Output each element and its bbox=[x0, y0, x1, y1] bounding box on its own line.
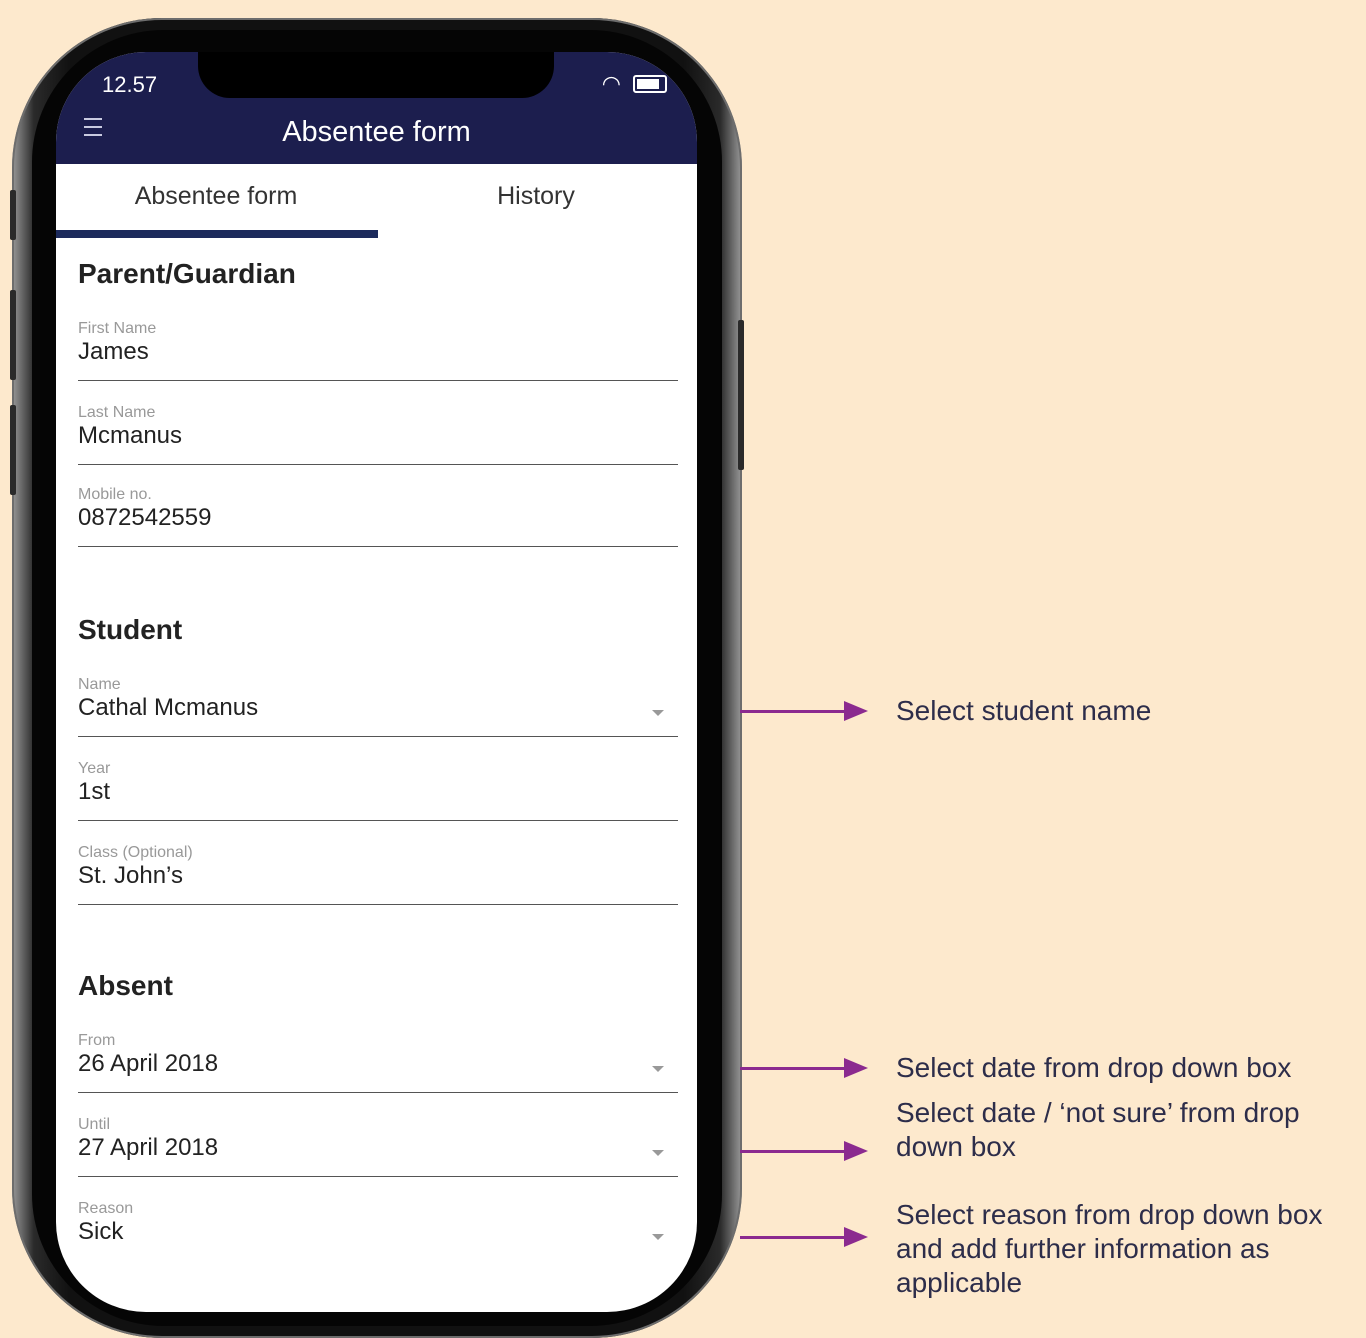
section-title-student: Student bbox=[78, 614, 183, 645]
arrow-head-icon bbox=[844, 1141, 868, 1161]
phone-screen: 12.57 ◠ Absentee form Absentee form Hist… bbox=[56, 52, 697, 1312]
wifi-icon: ◠ bbox=[601, 71, 621, 96]
from-date-select[interactable]: From 26 April 2018 bbox=[78, 1032, 678, 1093]
annotation-text: Select date from drop down box bbox=[896, 1052, 1292, 1083]
field-value: 0872542559 bbox=[78, 504, 212, 531]
until-date-select[interactable]: Until 27 April 2018 bbox=[78, 1116, 678, 1177]
field-value: Sick bbox=[78, 1218, 124, 1245]
student-name-select[interactable]: Name Cathal Mcmanus bbox=[78, 676, 678, 737]
field-value: James bbox=[78, 338, 149, 365]
field-label: Last Name bbox=[78, 404, 156, 421]
dropdown-caret-icon bbox=[652, 1066, 664, 1072]
dropdown-caret-icon bbox=[652, 710, 664, 716]
volume-down-button bbox=[10, 405, 16, 495]
annotation-text: Select date / ‘not sure’ from drop down … bbox=[896, 1097, 1300, 1162]
arrow-line bbox=[740, 710, 852, 713]
field-label: First Name bbox=[78, 320, 157, 337]
field-value: 27 April 2018 bbox=[78, 1134, 219, 1161]
field-value: St. John’s bbox=[78, 862, 183, 889]
tab-absentee-form[interactable]: Absentee form bbox=[56, 164, 376, 234]
section-title-absent: Absent bbox=[78, 970, 173, 1001]
tab-history[interactable]: History bbox=[376, 164, 696, 234]
active-tab-indicator bbox=[56, 230, 378, 238]
field-label: Reason bbox=[78, 1200, 134, 1217]
year-field[interactable]: Year 1st bbox=[78, 760, 678, 821]
arrow-head-icon bbox=[844, 701, 868, 721]
power-button bbox=[738, 320, 744, 470]
last-name-field[interactable]: Last Name Mcmanus bbox=[78, 404, 678, 465]
field-label: Name bbox=[78, 676, 121, 693]
field-label: From bbox=[78, 1032, 116, 1049]
arrow-line bbox=[740, 1067, 852, 1070]
first-name-field[interactable]: First Name James bbox=[78, 320, 678, 381]
status-time: 12.57 bbox=[102, 72, 158, 97]
class-field[interactable]: Class (Optional) St. John’s bbox=[78, 844, 678, 905]
field-label: Class (Optional) bbox=[78, 844, 193, 861]
field-value: 1st bbox=[78, 778, 111, 805]
field-label: Year bbox=[78, 760, 111, 777]
arrow-head-icon bbox=[844, 1058, 868, 1078]
annotation-text: Select reason from drop down box and add… bbox=[896, 1199, 1323, 1298]
section-title-parent: Parent/Guardian bbox=[78, 258, 296, 289]
field-label: Until bbox=[78, 1116, 111, 1133]
tab-bar: Absentee form History bbox=[56, 164, 697, 238]
annotation-text: Select student name bbox=[896, 695, 1152, 726]
status-icons: ◠ bbox=[601, 71, 667, 96]
arrow-line bbox=[740, 1236, 852, 1239]
header-title: Absentee form bbox=[282, 116, 471, 148]
field-value: Mcmanus bbox=[78, 422, 183, 449]
notch bbox=[198, 52, 554, 98]
mobile-no-field[interactable]: Mobile no. 0872542559 bbox=[78, 486, 678, 547]
field-label: Mobile no. bbox=[78, 486, 152, 503]
mute-switch bbox=[10, 190, 16, 240]
arrow-line bbox=[740, 1150, 852, 1153]
volume-up-button bbox=[10, 290, 16, 380]
field-value: Cathal Mcmanus bbox=[78, 694, 259, 721]
app-header: 12.57 ◠ Absentee form bbox=[56, 52, 697, 164]
arrow-head-icon bbox=[844, 1227, 868, 1247]
dropdown-caret-icon bbox=[652, 1234, 664, 1240]
battery-icon bbox=[633, 75, 667, 93]
field-value: 26 April 2018 bbox=[78, 1050, 219, 1077]
dropdown-caret-icon bbox=[652, 1150, 664, 1156]
reason-select[interactable]: Reason Sick bbox=[78, 1200, 678, 1260]
